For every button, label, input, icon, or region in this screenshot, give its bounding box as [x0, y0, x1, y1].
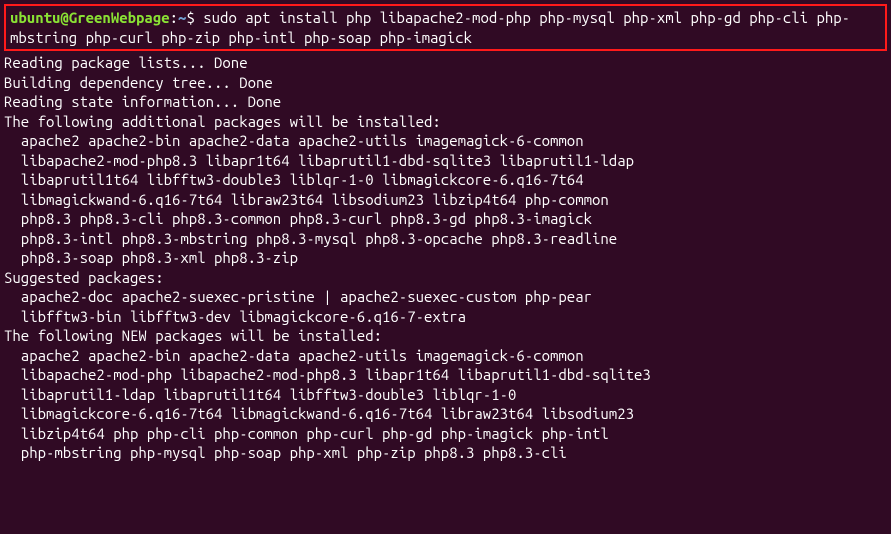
command-line: ubuntu@GreenWebpage:~$ sudo apt install …: [10, 8, 881, 47]
output-new-packages: apache2 apache2-bin apache2-data apache2…: [4, 346, 887, 463]
output-line-suggested-header: Suggested packages:: [4, 268, 887, 288]
output-line-additional-header: The following additional packages will b…: [4, 112, 887, 132]
output-suggested-packages: apache2-doc apache2-suexec-pristine | ap…: [4, 287, 887, 326]
prompt-user: ubuntu: [10, 9, 60, 26]
prompt-colon: :: [170, 9, 178, 26]
prompt-at: @: [60, 9, 68, 26]
prompt-host: GreenWebpage: [69, 9, 170, 26]
output-additional-packages: apache2 apache2-bin apache2-data apache2…: [4, 131, 887, 268]
output-line-new-header: The following NEW packages will be insta…: [4, 326, 887, 346]
command-highlight-box: ubuntu@GreenWebpage:~$ sudo apt install …: [4, 4, 887, 51]
output-line-reading-state: Reading state information... Done: [4, 92, 887, 112]
terminal-window[interactable]: ubuntu@GreenWebpage:~$ sudo apt install …: [4, 4, 887, 463]
prompt-dollar: $: [186, 9, 203, 26]
output-line-building-tree: Building dependency tree... Done: [4, 73, 887, 93]
output-line-reading-lists: Reading package lists... Done: [4, 53, 887, 73]
